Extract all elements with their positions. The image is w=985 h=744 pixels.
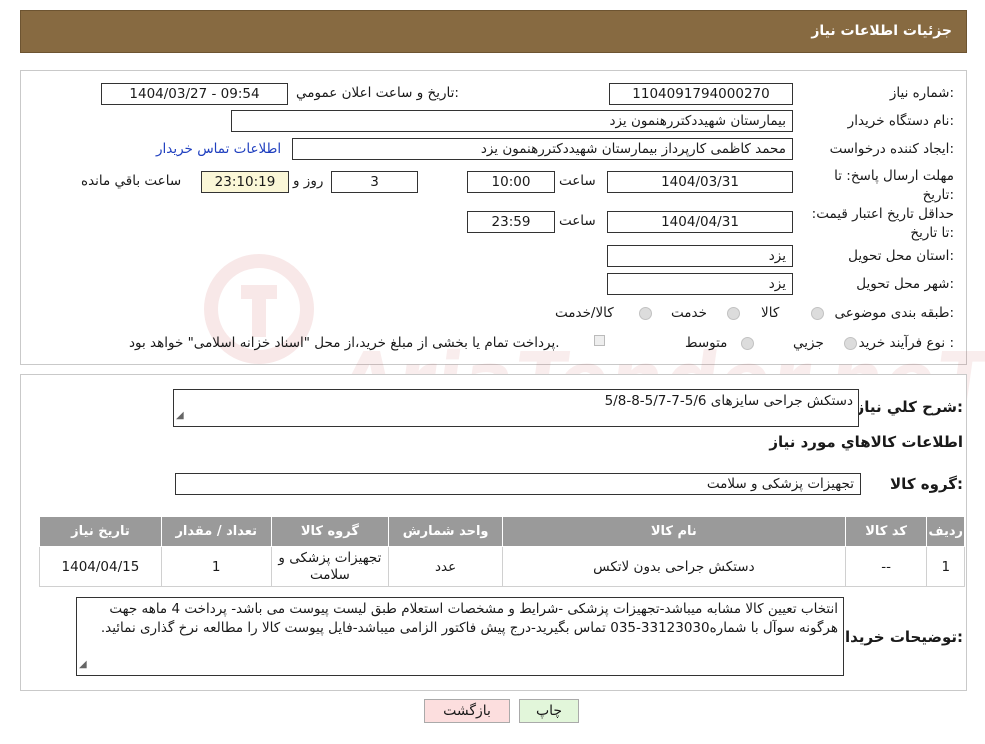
watermark-logo-icon (204, 254, 314, 364)
buyer-org-field: بیمارستان شهیددکتررهنمون یزد (231, 110, 793, 132)
reply-days-field: 3 (331, 171, 418, 193)
announce-datetime-label: تاریخ و ساعت اعلان عمومي: (296, 85, 459, 101)
reply-deadline-label: مهلت ارسال پاسخ: تا تاریخ: (834, 168, 954, 203)
col-name-header: نام کالا (501, 516, 846, 547)
category-label: طبقه بندی موضوعی: (834, 305, 954, 321)
general-desc-textarea[interactable]: دستکش جراحی سایزهای 5/6-7-5/7-8-5/8 ◢ (173, 389, 859, 427)
need-info-panel: AriaTender.neT شماره نیاز: 1104091794000… (20, 70, 985, 423)
purchase-option-minor: جزيي (793, 335, 824, 351)
creator-field: محمد کاظمی کارپرداز بیمارستان شهیددکترره… (292, 138, 793, 160)
reply-time-label: ساعت (559, 173, 596, 189)
cell-row: 1 (926, 546, 965, 587)
col-date-header: تاريخ نياز (39, 516, 162, 547)
need-details-panel: شرح کلي نياز: دستکش جراحی سایزهای 5/6-7-… (20, 374, 967, 691)
category-radio-goods[interactable] (811, 307, 824, 320)
purchase-radio-medium[interactable] (741, 337, 754, 350)
cell-code: -- (844, 546, 928, 587)
remaining-time-label: ساعت باقي مانده (81, 173, 182, 189)
category-radio-goods-service[interactable] (639, 307, 652, 320)
province-label: استان محل تحويل: (848, 248, 954, 264)
category-option-goods-service: کالا/خدمت (555, 305, 614, 321)
reply-deadline-time-field: 10:00 (467, 171, 555, 193)
page-header: جزئیات اطلاعات نیاز (20, 10, 967, 53)
page-title: جزئیات اطلاعات نیاز (811, 23, 952, 39)
province-field: یزد (607, 245, 793, 267)
general-desc-label: شرح کلي نياز: (855, 398, 963, 416)
need-number-field: 1104091794000270 (609, 83, 793, 105)
buyer-notes-text: انتخاب تعیین کالا مشابه میباشد-تجهیزات پ… (100, 601, 838, 636)
cell-group: تجهیزات پزشکی و سلامت (270, 546, 390, 587)
city-field: یزد (607, 273, 793, 295)
col-unit-header: واحد شمارش (388, 516, 503, 547)
print-button[interactable]: چاپ (519, 699, 579, 723)
price-validity-date-field: 1404/04/31 (607, 211, 793, 233)
category-option-goods: کالا (761, 305, 780, 321)
creator-label: ايجاد کننده درخواست: (829, 141, 954, 157)
col-code-header: کد کالا (844, 516, 928, 547)
resize-grip-icon[interactable]: ◢ (176, 406, 184, 425)
reply-days-label: روز و (293, 173, 324, 189)
city-label: شهر محل تحويل: (856, 276, 954, 292)
goods-group-field: تجهیزات پزشکی و سلامت (175, 473, 861, 495)
buyer-contact-link[interactable]: اطلاعات تماس خريدار (156, 141, 281, 157)
price-time-label: ساعت (559, 213, 596, 229)
remaining-time-field: 23:10:19 (201, 171, 289, 193)
goods-group-label: گروه کالا: (890, 475, 963, 493)
purchase-type-label: نوع فرآيند خريد : (858, 335, 954, 351)
announce-datetime-field: 1404/03/27 - 09:54 (101, 83, 288, 105)
items-section-title: اطلاعات کالاهاي مورد نياز (769, 433, 963, 451)
cell-date: 1404/04/15 (39, 546, 162, 587)
category-radio-service[interactable] (727, 307, 740, 320)
back-button[interactable]: بازگشت (424, 699, 510, 723)
resize-grip-icon[interactable]: ◢ (79, 655, 87, 674)
col-qty-header: تعداد / مقدار (160, 516, 272, 547)
cell-qty: 1 (160, 546, 272, 587)
items-table-header: رديف کد کالا نام کالا واحد شمارش گروه کا… (39, 516, 965, 547)
reply-deadline-date-field: 1404/03/31 (607, 171, 793, 193)
buyer-org-label: نام دستگاه خريدار: (847, 113, 954, 129)
purchase-type-note: پرداخت تمام يا بخشی از مبلغ خريد،از محل … (129, 335, 560, 351)
buyer-notes-textarea[interactable]: انتخاب تعیین کالا مشابه میباشد-تجهیزات پ… (76, 597, 844, 676)
general-desc-text: دستکش جراحی سایزهای 5/6-7-5/7-8-5/8 (604, 393, 853, 409)
purchase-option-medium: متوسط (685, 335, 728, 351)
cell-unit: عدد (388, 546, 503, 587)
purchase-radio-minor[interactable] (844, 337, 857, 350)
col-row-header: رديف (926, 516, 965, 547)
col-group-header: گروه کالا (270, 516, 390, 547)
treasury-checkbox[interactable] (594, 335, 605, 346)
category-option-service: خدمت (671, 305, 707, 321)
table-row: 1 -- دستکش جراحی بدون لاتکس عدد تجهیزات … (39, 546, 965, 587)
price-validity-time-field: 23:59 (467, 211, 555, 233)
need-number-label: شماره نیاز: (889, 85, 954, 101)
items-table: رديف کد کالا نام کالا واحد شمارش گروه کا… (39, 516, 965, 587)
cell-name: دستکش جراحی بدون لاتکس (501, 546, 846, 587)
price-validity-label: حداقل تاريخ اعتبار قيمت: تا تاریخ: (811, 206, 954, 241)
buyer-notes-label: توضيحات خريدار: (836, 628, 963, 646)
